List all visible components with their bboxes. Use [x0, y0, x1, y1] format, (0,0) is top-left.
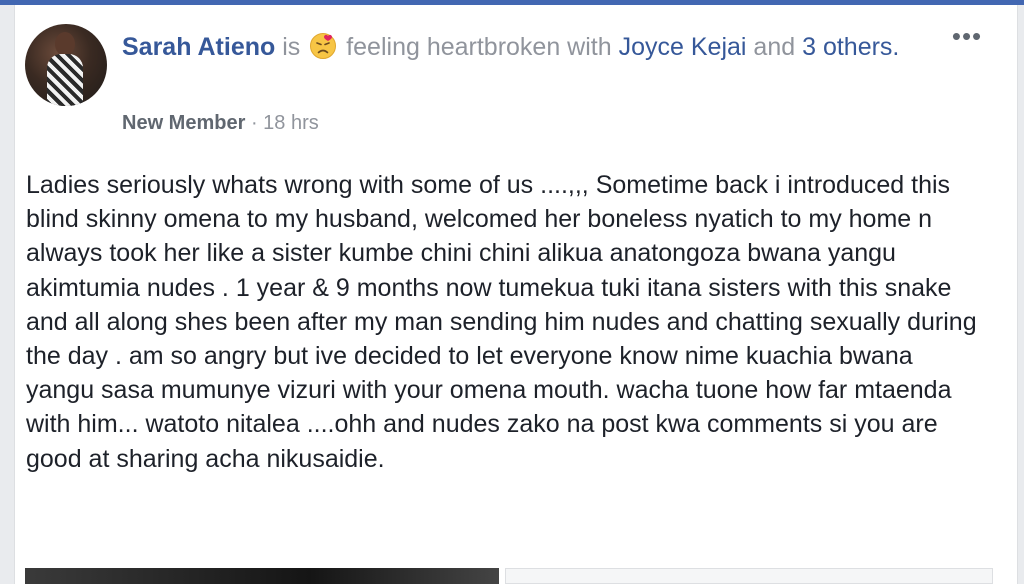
avatar-figure	[47, 54, 83, 106]
post-timestamp[interactable]: 18 hrs	[263, 112, 319, 134]
others-link[interactable]: 3 others.	[802, 33, 899, 61]
post-meta: New Member · 18 hrs	[122, 110, 319, 136]
attached-photo[interactable]	[25, 568, 499, 584]
and-word: and	[753, 33, 796, 61]
meta-separator: ·	[250, 112, 258, 134]
author-avatar[interactable]	[25, 24, 107, 106]
author-name-link[interactable]: Sarah Atieno	[122, 33, 275, 61]
attached-photo-secondary[interactable]	[505, 568, 993, 584]
feeling-text: feeling heartbroken with	[346, 33, 612, 61]
is-word: is	[282, 33, 301, 61]
member-badge: New Member	[122, 112, 246, 134]
heartbroken-face-emoji-icon	[310, 33, 337, 59]
post-body-text: Ladies seriously whats wrong with some o…	[26, 171, 977, 473]
post-header: Sarah Atieno is feeling heartbroken with…	[122, 28, 932, 66]
tagged-person-link[interactable]: Joyce Kejai	[619, 33, 747, 61]
more-options-icon[interactable]: •••	[950, 23, 984, 49]
avatar-head	[55, 32, 75, 56]
